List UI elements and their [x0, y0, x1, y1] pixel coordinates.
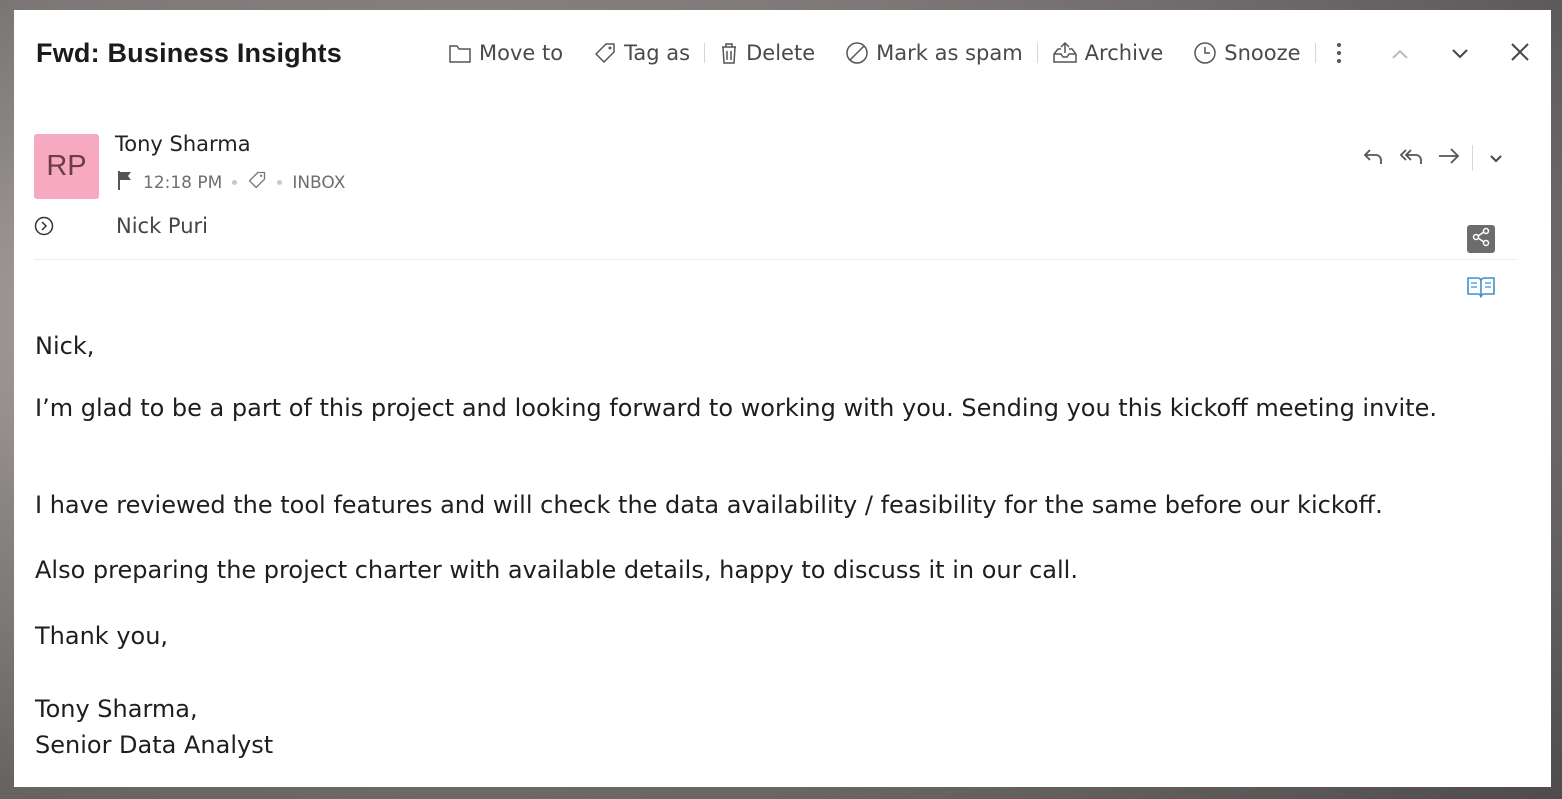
chevron-down-icon	[1451, 45, 1469, 64]
more-reply-options-button[interactable]	[1477, 145, 1515, 171]
more-options-button[interactable]	[1330, 42, 1355, 64]
signature-title: Senior Data Analyst	[35, 731, 274, 759]
folder-label[interactable]: INBOX	[292, 173, 345, 193]
closing: Thank you,	[35, 622, 169, 650]
reply-actions	[1354, 145, 1515, 171]
flag-icon[interactable]	[117, 170, 133, 195]
trash-icon	[719, 41, 746, 65]
move-to-label: Move to	[479, 41, 564, 65]
signature-name: Tony Sharma,	[35, 695, 198, 723]
forward-arrow-icon	[1437, 147, 1461, 169]
recipient-name[interactable]: Nick Puri	[116, 214, 208, 238]
archive-label: Archive	[1084, 41, 1164, 65]
expand-recipients-icon[interactable]	[34, 216, 54, 241]
delete-label: Delete	[746, 41, 816, 65]
previous-email-button[interactable]	[1386, 40, 1414, 68]
tag-as-label: Tag as	[624, 41, 691, 65]
toolbar-divider	[704, 43, 706, 63]
recipients-row: Nick Puri	[34, 210, 208, 241]
folder-icon	[448, 42, 479, 64]
reply-button[interactable]	[1354, 145, 1392, 171]
email-subject: Fwd: Business Insights	[36, 38, 342, 68]
clock-icon	[1193, 41, 1224, 65]
vertical-ellipsis-icon	[1336, 42, 1349, 64]
delete-button[interactable]: Delete	[719, 41, 815, 65]
email-time: 12:18 PM	[143, 172, 223, 193]
toolbar-divider	[1314, 43, 1316, 63]
greeting: Nick,	[35, 332, 95, 360]
next-email-button[interactable]	[1446, 40, 1474, 68]
move-to-button[interactable]: Move to	[448, 41, 563, 65]
snooze-button[interactable]: Snooze	[1193, 41, 1301, 65]
avatar-initials: RP	[46, 150, 87, 182]
tag-icon	[593, 41, 624, 65]
body-paragraph: I’m glad to be a part of this project an…	[35, 394, 1437, 422]
email-meta: 12:18 PM INBOX	[117, 170, 345, 195]
sender-name[interactable]: Tony Sharma	[115, 132, 251, 156]
archive-button[interactable]: Archive	[1052, 41, 1164, 65]
separator-dot	[277, 180, 283, 185]
tag-as-button[interactable]: Tag as	[593, 41, 690, 65]
spam-icon	[845, 41, 876, 65]
reply-divider	[1472, 145, 1473, 171]
reading-mode-button[interactable]	[1465, 276, 1497, 302]
mark-as-spam-label: Mark as spam	[876, 41, 1023, 65]
share-button[interactable]	[1467, 225, 1495, 253]
reply-icon	[1362, 146, 1384, 170]
close-icon	[1510, 42, 1530, 66]
tag-icon[interactable]	[247, 170, 267, 195]
reply-all-button[interactable]	[1392, 145, 1430, 171]
chevron-up-icon	[1391, 45, 1409, 64]
email-toolbar: Move to Tag as Delete Mark as spam Archi…	[448, 36, 1355, 70]
close-button[interactable]	[1506, 40, 1534, 68]
snooze-label: Snooze	[1224, 41, 1301, 65]
reply-all-icon	[1398, 146, 1424, 170]
body-paragraph: Also preparing the project charter with …	[35, 556, 1078, 584]
archive-icon	[1052, 41, 1085, 65]
mark-as-spam-button[interactable]: Mark as spam	[845, 41, 1023, 65]
forward-button[interactable]	[1430, 145, 1468, 171]
header-divider	[34, 259, 1517, 260]
book-icon	[1466, 275, 1496, 303]
toolbar-divider	[1036, 43, 1038, 63]
email-viewer-window: Fwd: Business Insights Move to Tag as De…	[14, 10, 1551, 787]
share-icon	[1471, 227, 1491, 251]
body-paragraph: I have reviewed the tool features and wi…	[35, 491, 1383, 519]
separator-dot	[232, 180, 238, 185]
avatar[interactable]: RP	[34, 134, 99, 199]
chevron-down-icon	[1489, 149, 1503, 168]
